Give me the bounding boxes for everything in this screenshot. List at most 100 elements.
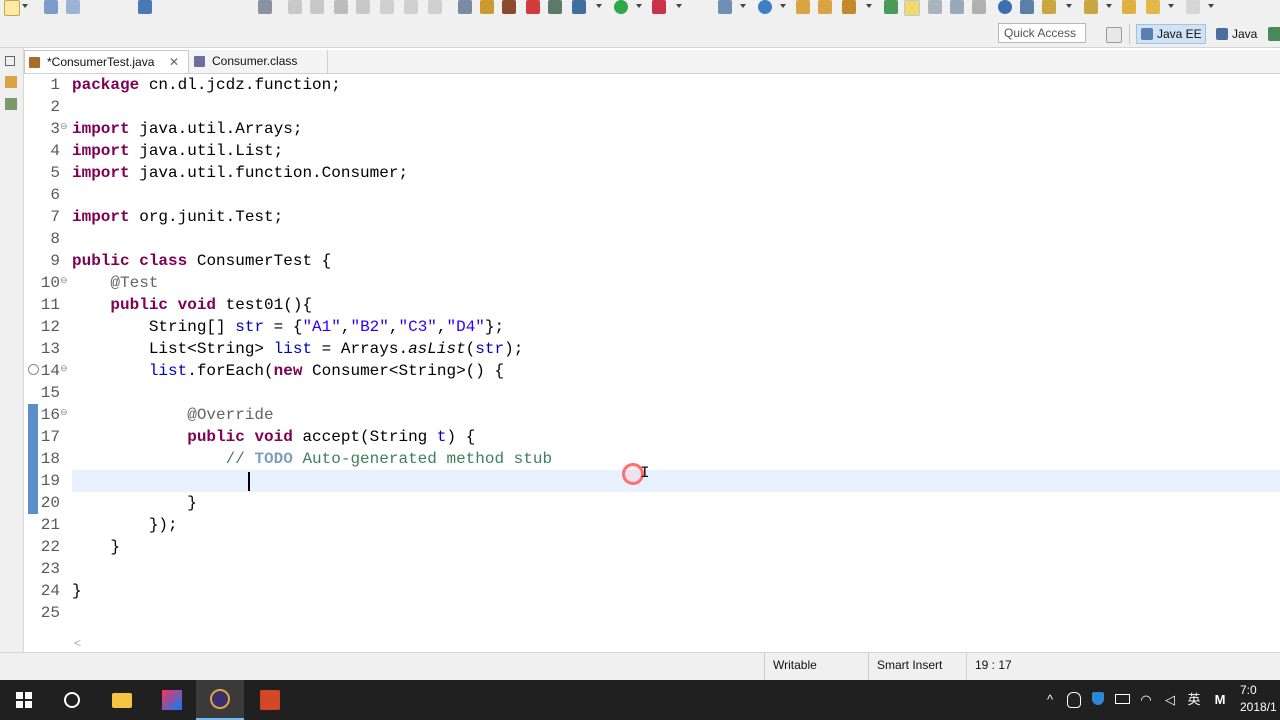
code-line[interactable]: import java.util.List; <box>72 140 1272 162</box>
toggle-icon[interactable] <box>928 0 942 14</box>
run-icon[interactable] <box>614 0 628 14</box>
open-perspective-icon[interactable] <box>1106 27 1122 43</box>
perspective-java[interactable]: Java <box>1212 24 1268 44</box>
package-explorer-icon[interactable] <box>5 76 17 88</box>
tool-icon-3[interactable] <box>526 0 540 14</box>
previous-annotation-dropdown-arrow[interactable] <box>1106 4 1112 8</box>
code-line[interactable] <box>72 558 1272 580</box>
code-line[interactable]: list.forEach(new Consumer<String>() { <box>72 360 1272 382</box>
code-line[interactable] <box>72 470 1272 492</box>
step-return-icon[interactable] <box>428 0 442 14</box>
file-explorer-button[interactable] <box>98 680 146 720</box>
tool-icon-2[interactable] <box>502 0 516 14</box>
intellij-button[interactable] <box>148 680 196 720</box>
close-icon[interactable]: ✕ <box>169 51 179 74</box>
restore-icon[interactable] <box>5 56 15 66</box>
code-area[interactable]: package cn.dl.jcdz.function; import java… <box>72 74 1272 624</box>
code-line[interactable]: @Test <box>72 272 1272 294</box>
fold-import-icon[interactable]: ⊖ <box>60 121 68 132</box>
new-class-icon[interactable] <box>758 0 772 14</box>
next-annotation-dropdown-arrow[interactable] <box>1066 4 1072 8</box>
type-hierarchy-icon[interactable] <box>5 98 17 110</box>
new-dropdown-arrow[interactable] <box>22 4 28 8</box>
code-line[interactable]: } <box>72 492 1272 514</box>
quick-access-input[interactable]: Quick Access <box>998 23 1086 43</box>
tool-icon-5[interactable] <box>572 0 586 14</box>
clock[interactable]: 7:0 2018/1 <box>1240 682 1280 716</box>
ime-indicator[interactable]: 英 <box>1186 692 1202 708</box>
tool-icon-4[interactable] <box>548 0 562 14</box>
previous-annotation-icon[interactable] <box>1084 0 1098 14</box>
scroll-left-icon[interactable]: < <box>74 636 81 650</box>
fold-anon-class-icon[interactable]: ⊖ <box>60 363 68 374</box>
powerpoint-button[interactable] <box>246 680 294 720</box>
pin-icon[interactable] <box>884 0 898 14</box>
code-line[interactable]: }); <box>72 514 1272 536</box>
volume-icon[interactable]: ◁ <box>1162 692 1178 708</box>
external-tools-dropdown-arrow[interactable] <box>676 4 682 8</box>
code-line[interactable]: public void accept(String t) { <box>72 426 1272 448</box>
code-line[interactable]: import org.junit.Test; <box>72 206 1272 228</box>
new-java-project-icon[interactable] <box>718 0 732 14</box>
back-dropdown-arrow[interactable] <box>1168 4 1174 8</box>
open-type-icon[interactable] <box>796 0 810 14</box>
code-line[interactable]: package cn.dl.jcdz.function; <box>72 74 1272 96</box>
server-icon[interactable] <box>458 0 472 14</box>
last-edit-icon[interactable] <box>1122 0 1136 14</box>
eclipse-button[interactable] <box>196 680 244 720</box>
open-task-icon[interactable] <box>818 0 832 14</box>
new-icon[interactable] <box>4 0 20 16</box>
run-dropdown-arrow[interactable] <box>636 4 642 8</box>
code-line[interactable]: String[] str = {"A1","B2","C3","D4"}; <box>72 316 1272 338</box>
forward-icon[interactable] <box>1186 0 1200 14</box>
new-class-dropdown-arrow[interactable] <box>780 4 786 8</box>
tool-icon-6[interactable] <box>1020 0 1034 14</box>
terminate-icon[interactable] <box>334 0 348 14</box>
debug-perspective-icon[interactable] <box>1268 27 1280 41</box>
tray-overflow-icon[interactable]: ^ <box>1042 692 1058 708</box>
code-line[interactable] <box>72 184 1272 206</box>
security-shield-icon[interactable] <box>1090 692 1106 708</box>
suspend-icon[interactable] <box>310 0 324 14</box>
code-line[interactable]: @Override <box>72 404 1272 426</box>
tool-icon-1[interactable] <box>480 0 494 14</box>
block-selection-icon[interactable] <box>950 0 964 14</box>
forward-dropdown-arrow[interactable] <box>1208 4 1214 8</box>
code-line[interactable]: import java.util.Arrays; <box>72 118 1272 140</box>
battery-icon[interactable] <box>1114 692 1130 708</box>
code-line[interactable] <box>72 602 1272 624</box>
horizontal-scrollbar[interactable]: < <box>24 636 1280 652</box>
skip-breakpoints-icon[interactable] <box>258 0 272 14</box>
tool-dropdown-arrow[interactable] <box>596 4 602 8</box>
step-over-icon[interactable] <box>404 0 418 14</box>
tab-consumer-class[interactable]: Consumer.class <box>190 50 328 73</box>
wifi-icon[interactable]: ◠ <box>1138 692 1154 708</box>
external-tools-icon[interactable] <box>652 0 666 14</box>
save-all-icon[interactable] <box>66 0 80 14</box>
code-line[interactable]: // TODO Auto-generated method stub <box>72 448 1272 470</box>
code-line[interactable]: } <box>72 580 1272 602</box>
start-button[interactable] <box>0 680 48 720</box>
tab-consumertest-java[interactable]: *ConsumerTest.java ✕ <box>24 50 189 73</box>
search-dropdown-arrow[interactable] <box>866 4 872 8</box>
show-whitespace-icon[interactable] <box>972 0 986 14</box>
code-line[interactable] <box>72 382 1272 404</box>
java-editor[interactable]: ⊖ ⊖ ⊖ ⊖ 1 2 3 4 5 6 7 8 9 10 11 12 13 14… <box>24 74 1280 652</box>
terminal-icon[interactable] <box>138 0 152 14</box>
qq-icon[interactable] <box>1066 692 1082 708</box>
fold-override-icon[interactable]: ⊖ <box>60 407 68 418</box>
search-icon[interactable] <box>842 0 856 14</box>
new-java-project-dropdown-arrow[interactable] <box>740 4 746 8</box>
save-icon[interactable] <box>44 0 58 14</box>
search-button[interactable] <box>48 680 96 720</box>
code-line[interactable] <box>72 96 1272 118</box>
ime-mode-icon[interactable]: M <box>1212 692 1228 708</box>
perspective-java-ee[interactable]: Java EE <box>1136 24 1206 44</box>
fold-annotation-icon[interactable]: ⊖ <box>60 275 68 286</box>
resume-icon[interactable] <box>288 0 302 14</box>
code-line[interactable]: List<String> list = Arrays.asList(str); <box>72 338 1272 360</box>
code-line[interactable] <box>72 228 1272 250</box>
disconnect-icon[interactable] <box>356 0 370 14</box>
mark-occurrences-icon[interactable] <box>904 0 920 16</box>
code-line[interactable]: public void test01(){ <box>72 294 1272 316</box>
